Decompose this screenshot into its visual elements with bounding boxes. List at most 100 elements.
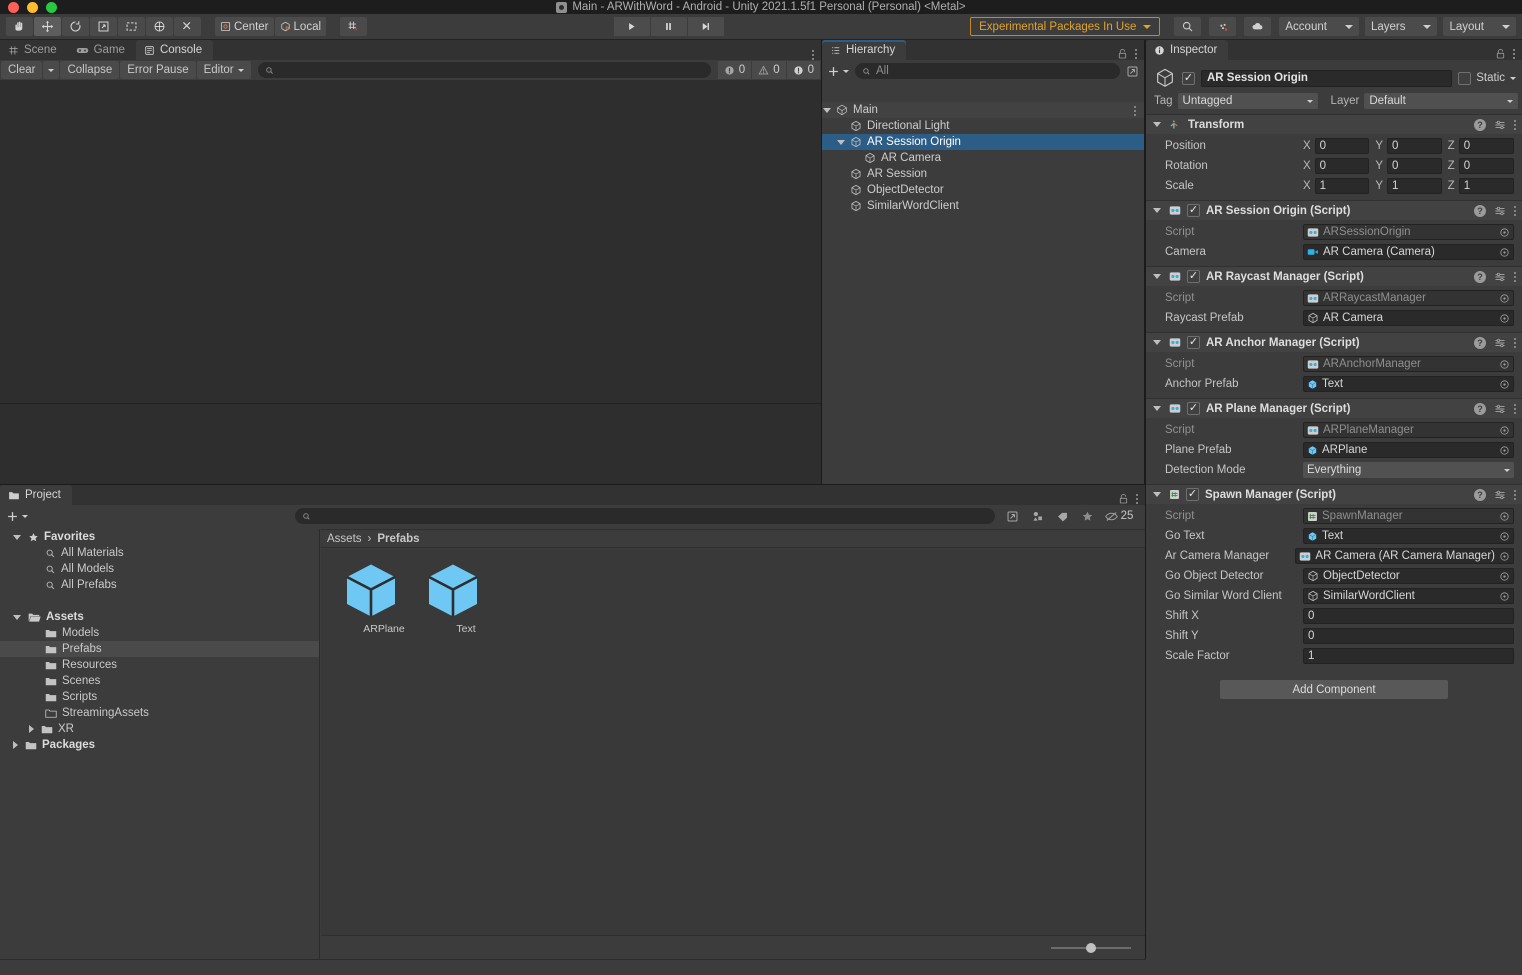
position-z-input[interactable]: 0 xyxy=(1458,138,1514,154)
object-field-go-similar-word-client[interactable]: SimilarWordClient xyxy=(1303,588,1514,604)
rotation-x-input[interactable]: 0 xyxy=(1314,158,1370,174)
tab-console[interactable]: Console xyxy=(135,40,214,60)
hierarchy-item-objectdetector[interactable]: ObjectDetector xyxy=(822,182,1144,198)
component-menu-button[interactable] xyxy=(1514,205,1516,216)
move-tool-button[interactable] xyxy=(34,17,61,36)
warning-count[interactable]: 0 xyxy=(752,61,786,79)
component-menu-button[interactable] xyxy=(1514,271,1516,282)
chevron-down-icon[interactable] xyxy=(1510,76,1516,80)
project-tree-item-favorites[interactable]: Favorites xyxy=(0,529,319,545)
object-field-plane-prefab[interactable]: ARPlane xyxy=(1303,442,1514,458)
project-tree-item-packages[interactable]: Packages xyxy=(0,737,319,753)
component-menu-button[interactable] xyxy=(1514,119,1516,130)
object-picker-icon[interactable] xyxy=(1499,551,1510,562)
asset-size-slider[interactable] xyxy=(1051,942,1131,953)
layout-dropdown[interactable]: Layout xyxy=(1443,17,1516,36)
project-tree-item-resources[interactable]: Resources xyxy=(0,657,319,673)
object-name-input[interactable]: AR Session Origin xyxy=(1201,69,1453,87)
preset-icon[interactable] xyxy=(1494,337,1506,349)
scale-tool-button[interactable] xyxy=(90,17,117,36)
object-field-go-text[interactable]: Text xyxy=(1303,528,1514,544)
hierarchy-tree[interactable]: Main Directional Light AR Session Origin AR… xyxy=(822,102,1144,484)
window-controls[interactable] xyxy=(8,0,57,14)
project-search-input[interactable] xyxy=(295,508,995,524)
help-icon[interactable]: ? xyxy=(1474,488,1486,501)
expand-arrow-icon[interactable] xyxy=(837,139,845,145)
project-tree-item-xr[interactable]: XR xyxy=(0,721,319,737)
hierarchy-item-main[interactable]: Main xyxy=(822,102,1144,118)
rect-tool-button[interactable] xyxy=(118,17,145,36)
add-component-button[interactable]: Add Component xyxy=(1220,680,1448,699)
component-header-ar-session-origin-script[interactable]: AR Session Origin (Script)? xyxy=(1146,200,1522,220)
log-count[interactable]: 0 xyxy=(717,61,752,79)
tab-project[interactable]: Project xyxy=(0,485,72,505)
object-picker-icon[interactable] xyxy=(1499,425,1510,436)
object-picker-icon[interactable] xyxy=(1499,591,1510,602)
component-menu-button[interactable] xyxy=(1514,489,1516,500)
breadcrumb-prefabs[interactable]: Prefabs xyxy=(377,533,419,545)
collapse-arrow-icon[interactable] xyxy=(29,725,34,733)
favorite-icon[interactable] xyxy=(1076,508,1098,525)
collapse-arrow-icon[interactable] xyxy=(1153,340,1161,345)
preset-icon[interactable] xyxy=(1494,205,1506,217)
create-object-button[interactable] xyxy=(827,65,849,78)
expand-arrow-icon[interactable] xyxy=(823,107,831,113)
grid-snap-button[interactable] xyxy=(340,17,368,36)
component-enabled-checkbox[interactable] xyxy=(1187,402,1200,415)
lock-icon[interactable] xyxy=(1495,48,1506,60)
console-message-list[interactable] xyxy=(0,80,821,484)
object-picker-icon[interactable] xyxy=(1499,293,1510,304)
custom-tool-button[interactable] xyxy=(174,17,201,36)
clear-button[interactable]: Clear xyxy=(1,61,43,79)
help-icon[interactable]: ? xyxy=(1474,402,1486,415)
collapse-arrow-icon[interactable] xyxy=(1153,208,1161,213)
hidden-count[interactable]: 25 xyxy=(1101,508,1137,525)
rotation-y-input[interactable]: 0 xyxy=(1387,158,1442,174)
help-icon[interactable]: ? xyxy=(1474,270,1486,283)
position-y-input[interactable]: 0 xyxy=(1387,138,1442,154)
tab-game[interactable]: Game xyxy=(67,40,136,60)
number-input-shift-x[interactable]: 0 xyxy=(1303,608,1514,624)
object-picker-icon[interactable] xyxy=(1499,359,1510,370)
component-header-spawn-manager-script[interactable]: Spawn Manager (Script)? xyxy=(1146,484,1522,504)
asset-grid[interactable]: ARPlane Text xyxy=(321,549,1145,935)
filter-by-label-icon[interactable] xyxy=(1051,508,1073,525)
console-splitter[interactable] xyxy=(0,403,821,404)
experimental-packages-badge[interactable]: Experimental Packages In Use xyxy=(970,17,1161,36)
help-icon[interactable]: ? xyxy=(1474,336,1486,349)
pivot-mode-button[interactable]: Center xyxy=(215,17,274,36)
component-header-ar-raycast-manager-script[interactable]: AR Raycast Manager (Script)? xyxy=(1146,266,1522,286)
rotate-tool-button[interactable] xyxy=(62,17,89,36)
object-picker-icon[interactable] xyxy=(1499,445,1510,456)
component-menu-button[interactable] xyxy=(1514,403,1516,414)
component-header-ar-anchor-manager-script[interactable]: AR Anchor Manager (Script)? xyxy=(1146,332,1522,352)
component-enabled-checkbox[interactable] xyxy=(1187,270,1200,283)
object-field-anchor-prefab[interactable]: Text xyxy=(1303,376,1514,392)
position-x-input[interactable]: 0 xyxy=(1314,138,1370,154)
transform-tool-button[interactable] xyxy=(146,17,173,36)
project-tree-item-all-models[interactable]: All Models xyxy=(0,561,319,577)
scene-menu-button[interactable] xyxy=(1134,106,1136,116)
cloud-button[interactable] xyxy=(1244,17,1272,36)
project-tree-item-prefabs[interactable]: Prefabs xyxy=(0,641,319,657)
object-picker-icon[interactable] xyxy=(1499,531,1510,542)
search-button[interactable] xyxy=(1174,17,1202,36)
preset-icon[interactable] xyxy=(1494,489,1506,501)
vector3-field[interactable]: X1Y1Z1 xyxy=(1303,178,1522,194)
hierarchy-menu-button[interactable] xyxy=(1135,49,1137,59)
console-menu-button[interactable] xyxy=(812,50,814,60)
object-field-camera[interactable]: AR Camera (Camera) xyxy=(1303,244,1514,260)
tab-inspector[interactable]: Inspector xyxy=(1146,40,1229,60)
project-menu-button[interactable] xyxy=(1136,494,1138,504)
lock-icon[interactable] xyxy=(1118,493,1129,505)
hierarchy-expand-icon[interactable] xyxy=(1126,65,1139,78)
layers-dropdown[interactable]: Layers xyxy=(1364,17,1438,36)
inspector-menu-button[interactable] xyxy=(1513,49,1515,59)
object-field-raycast-prefab[interactable]: AR Camera xyxy=(1303,310,1514,326)
account-dropdown[interactable]: Account xyxy=(1279,17,1359,36)
project-tree-item-all-prefabs[interactable]: All Prefabs xyxy=(0,577,319,593)
component-header-transform[interactable]: Transform? xyxy=(1146,114,1522,134)
asset-size-slider-knob[interactable] xyxy=(1086,942,1097,953)
number-input-scale-factor[interactable]: 1 xyxy=(1303,648,1514,664)
static-checkbox[interactable] xyxy=(1458,71,1472,85)
